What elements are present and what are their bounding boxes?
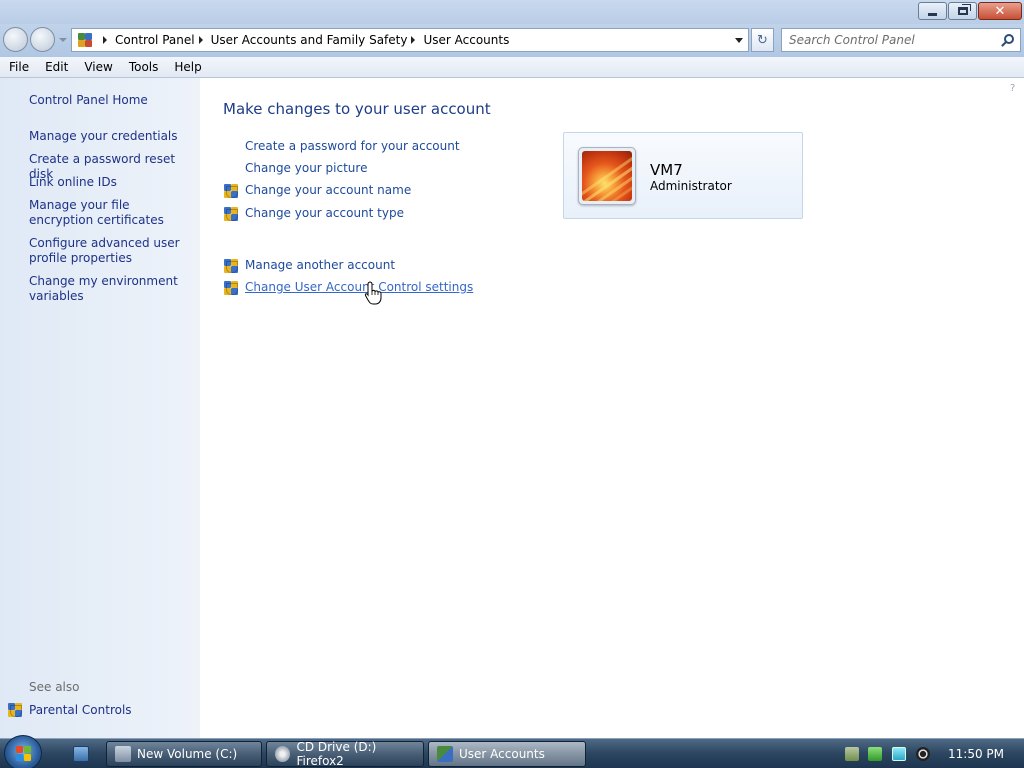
close-button[interactable]: ✕	[978, 2, 1022, 20]
sidebar-item-environment-variables[interactable]: Change my environment variables	[29, 274, 194, 304]
volume-icon[interactable]	[916, 747, 930, 761]
menu-view[interactable]: View	[77, 60, 119, 74]
taskbar-button-cd-drive[interactable]: CD Drive (D:) Firefox2	[266, 740, 424, 768]
sidebar-item-encryption-certificates[interactable]: Manage your file encryption certificates	[29, 198, 194, 228]
breadcrumb-arrow-icon[interactable]	[198, 36, 203, 44]
recent-pages-dropdown[interactable]	[59, 38, 67, 42]
taskbar-button-new-volume[interactable]: New Volume (C:)	[106, 741, 262, 767]
sidebar-item-manage-credentials[interactable]: Manage your credentials	[29, 129, 194, 144]
uac-shield-icon	[224, 207, 238, 221]
uac-shield-icon	[224, 281, 238, 295]
help-icon[interactable]: ?	[1010, 83, 1022, 95]
address-bar[interactable]: Control Panel User Accounts and Family S…	[71, 28, 749, 52]
control-panel-icon	[437, 746, 453, 762]
change-account-name-link[interactable]: Change your account name	[245, 183, 411, 197]
change-uac-settings-link[interactable]: Change User Account Control settings	[245, 280, 473, 294]
taskbar-button-label: User Accounts	[459, 747, 545, 761]
display-icon[interactable]	[892, 747, 906, 761]
breadcrumb-arrow-icon[interactable]	[411, 36, 416, 44]
create-password-link[interactable]: Create a password for your account	[245, 139, 460, 153]
menu-file[interactable]: File	[2, 60, 36, 74]
start-button[interactable]	[4, 735, 42, 768]
navigation-bar: Control Panel User Accounts and Family S…	[0, 24, 1024, 57]
menu-edit[interactable]: Edit	[38, 60, 75, 74]
hand-cursor-icon	[364, 281, 382, 305]
action-center-icon[interactable]	[845, 747, 859, 761]
menu-bar: File Edit View Tools Help	[0, 57, 1024, 78]
address-dropdown-icon[interactable]	[735, 38, 743, 43]
account-role: Administrator	[650, 179, 732, 193]
minimize-icon	[928, 12, 937, 16]
parental-controls-icon	[8, 703, 22, 717]
cd-drive-icon	[275, 746, 291, 762]
breadcrumb-arrow-icon[interactable]	[103, 36, 107, 44]
taskbar-button-label: CD Drive (D:) Firefox2	[296, 740, 377, 768]
back-button[interactable]	[3, 27, 28, 52]
change-account-type-link[interactable]: Change your account type	[245, 206, 404, 220]
restore-icon	[957, 4, 971, 15]
forward-button[interactable]	[30, 27, 55, 52]
taskbar-button-user-accounts[interactable]: User Accounts	[428, 741, 586, 767]
close-icon: ✕	[994, 3, 1006, 19]
sidebar-item-control-panel-home[interactable]: Control Panel Home	[29, 93, 194, 108]
account-card: VM7 Administrator	[563, 132, 803, 219]
search-box[interactable]	[781, 28, 1021, 52]
page-title: Make changes to your user account	[223, 100, 491, 118]
breadcrumb-control-panel[interactable]: Control Panel	[115, 33, 195, 47]
caption-buttons: ✕	[918, 2, 1022, 20]
minimize-button[interactable]	[918, 2, 947, 20]
account-picture[interactable]	[578, 147, 636, 205]
account-name: VM7	[650, 161, 683, 179]
refresh-icon: ↻	[757, 32, 768, 48]
change-picture-link[interactable]: Change your picture	[245, 161, 367, 175]
refresh-button[interactable]: ↻	[751, 28, 774, 52]
menu-help[interactable]: Help	[167, 60, 208, 74]
drive-icon	[115, 746, 131, 762]
uac-shield-icon	[224, 259, 238, 273]
uac-shield-icon	[224, 184, 238, 198]
window-titlebar: ✕	[0, 0, 1024, 24]
search-icon[interactable]	[1004, 34, 1014, 44]
sidebar-item-link-online-ids[interactable]: Link online IDs	[29, 175, 194, 190]
taskbar: New Volume (C:) CD Drive (D:) Firefox2 U…	[0, 735, 1024, 768]
clock[interactable]: 11:50 PM	[948, 747, 1004, 761]
task-pane: Control Panel Home Manage your credentia…	[0, 78, 200, 738]
breadcrumb-user-accounts-family-safety[interactable]: User Accounts and Family Safety	[211, 33, 408, 47]
show-desktop-icon[interactable]	[73, 746, 89, 762]
restore-button[interactable]	[948, 2, 977, 20]
search-input[interactable]	[789, 33, 999, 47]
see-also-heading: See also	[29, 680, 80, 694]
taskbar-button-label: New Volume (C:)	[137, 747, 238, 761]
sidebar-item-parental-controls[interactable]: Parental Controls	[29, 703, 194, 718]
control-panel-icon	[77, 32, 93, 48]
manage-another-account-link[interactable]: Manage another account	[245, 258, 395, 272]
menu-tools[interactable]: Tools	[122, 60, 166, 74]
sidebar-item-advanced-profile-properties[interactable]: Configure advanced user profile properti…	[29, 236, 194, 266]
flower-picture-icon	[582, 151, 632, 201]
breadcrumb-user-accounts[interactable]: User Accounts	[423, 33, 509, 47]
network-icon[interactable]	[868, 747, 882, 761]
